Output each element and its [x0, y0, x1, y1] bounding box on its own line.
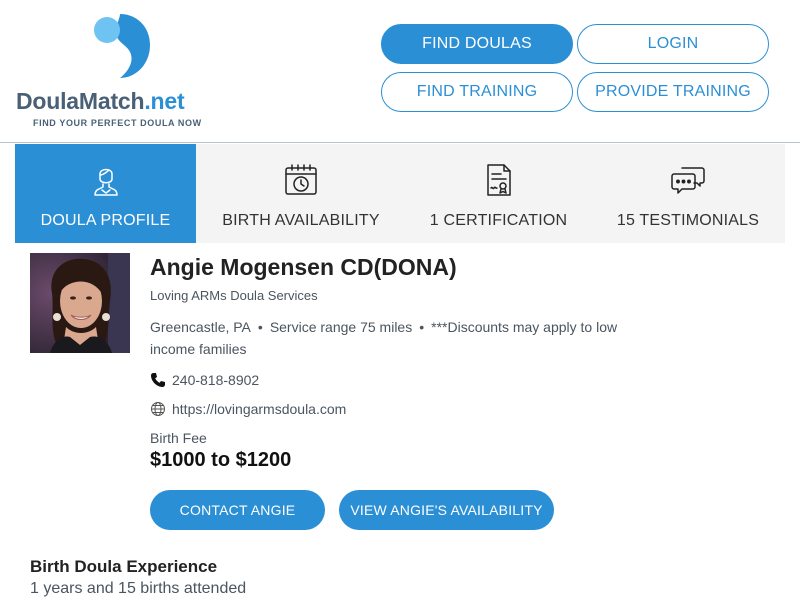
doula-city: Greencastle, PA	[150, 319, 251, 335]
doula-location: Greencastle, PA • Service range 75 miles • *…	[150, 316, 650, 360]
phone-icon	[151, 373, 165, 387]
find-training-button[interactable]: FIND TRAINING	[381, 72, 573, 112]
find-doulas-button[interactable]: FIND DOULAS	[381, 24, 573, 64]
doula-organization: Loving ARMs Doula Services	[150, 288, 318, 303]
logo-wordmark-main: DoulaMatch	[16, 88, 145, 114]
tab-label: 1 CERTIFICATION	[429, 212, 568, 229]
service-range: Service range 75 miles	[269, 319, 413, 335]
tab-label: DOULA PROFILE	[40, 212, 171, 229]
tab-birth-availability[interactable]: BIRTH AVAILABILITY	[196, 144, 406, 243]
tab-label: 15 TESTIMONIALS	[616, 212, 760, 229]
logo-wordmark-suffix: .net	[144, 88, 185, 114]
person-icon	[93, 168, 118, 196]
phone-line[interactable]: 240-818-8902	[150, 372, 259, 388]
certificate-icon	[486, 164, 511, 196]
view-availability-button[interactable]: VIEW ANGIE'S AVAILABILITY	[339, 490, 554, 530]
portrait-image	[30, 253, 130, 353]
doula-photo	[30, 253, 130, 353]
tab-doula-profile[interactable]: DOULA PROFILE	[15, 144, 196, 243]
tab-testimonials[interactable]: 15 TESTIMONIALS	[591, 144, 785, 243]
birth-fee-value: $1000 to $1200	[150, 449, 292, 471]
doula-name: Angie Mogensen CD(DONA)	[150, 254, 457, 280]
calendar-clock-icon	[285, 164, 317, 195]
separator-dot-icon: •	[257, 319, 263, 335]
website-line[interactable]: https://lovingarmsdoula.com	[150, 401, 346, 417]
login-button[interactable]: LOGIN	[577, 24, 769, 64]
site-header: DoulaMatch.net FIND YOUR PERFECT DOULA N…	[0, 0, 800, 143]
separator-dot-icon: •	[419, 319, 425, 335]
logo-mark-icon	[94, 14, 150, 78]
logo-tagline: FIND YOUR PERFECT DOULA NOW	[33, 118, 202, 128]
phone-number[interactable]: 240-818-8902	[172, 372, 259, 388]
experience-heading: Birth Doula Experience	[30, 557, 218, 576]
profile-tabs: DOULA PROFILE BIRTH AVAILABILITY 1 CERTI…	[15, 144, 785, 243]
website-link[interactable]: https://lovingarmsdoula.com	[172, 401, 346, 417]
birth-fee-label: Birth Fee	[150, 430, 207, 446]
chat-bubbles-icon	[671, 167, 705, 194]
contact-doula-button[interactable]: CONTACT ANGIE	[150, 490, 325, 530]
site-logo[interactable]: DoulaMatch.net FIND YOUR PERFECT DOULA N…	[16, 12, 221, 132]
experience-text: 1 years and 15 births attended	[30, 580, 247, 597]
tab-certification[interactable]: 1 CERTIFICATION	[406, 144, 591, 243]
logo-wordmark: DoulaMatch.net	[16, 88, 221, 115]
provide-training-button[interactable]: PROVIDE TRAINING	[577, 72, 769, 112]
globe-icon	[151, 402, 165, 416]
tab-label: BIRTH AVAILABILITY	[222, 212, 380, 229]
